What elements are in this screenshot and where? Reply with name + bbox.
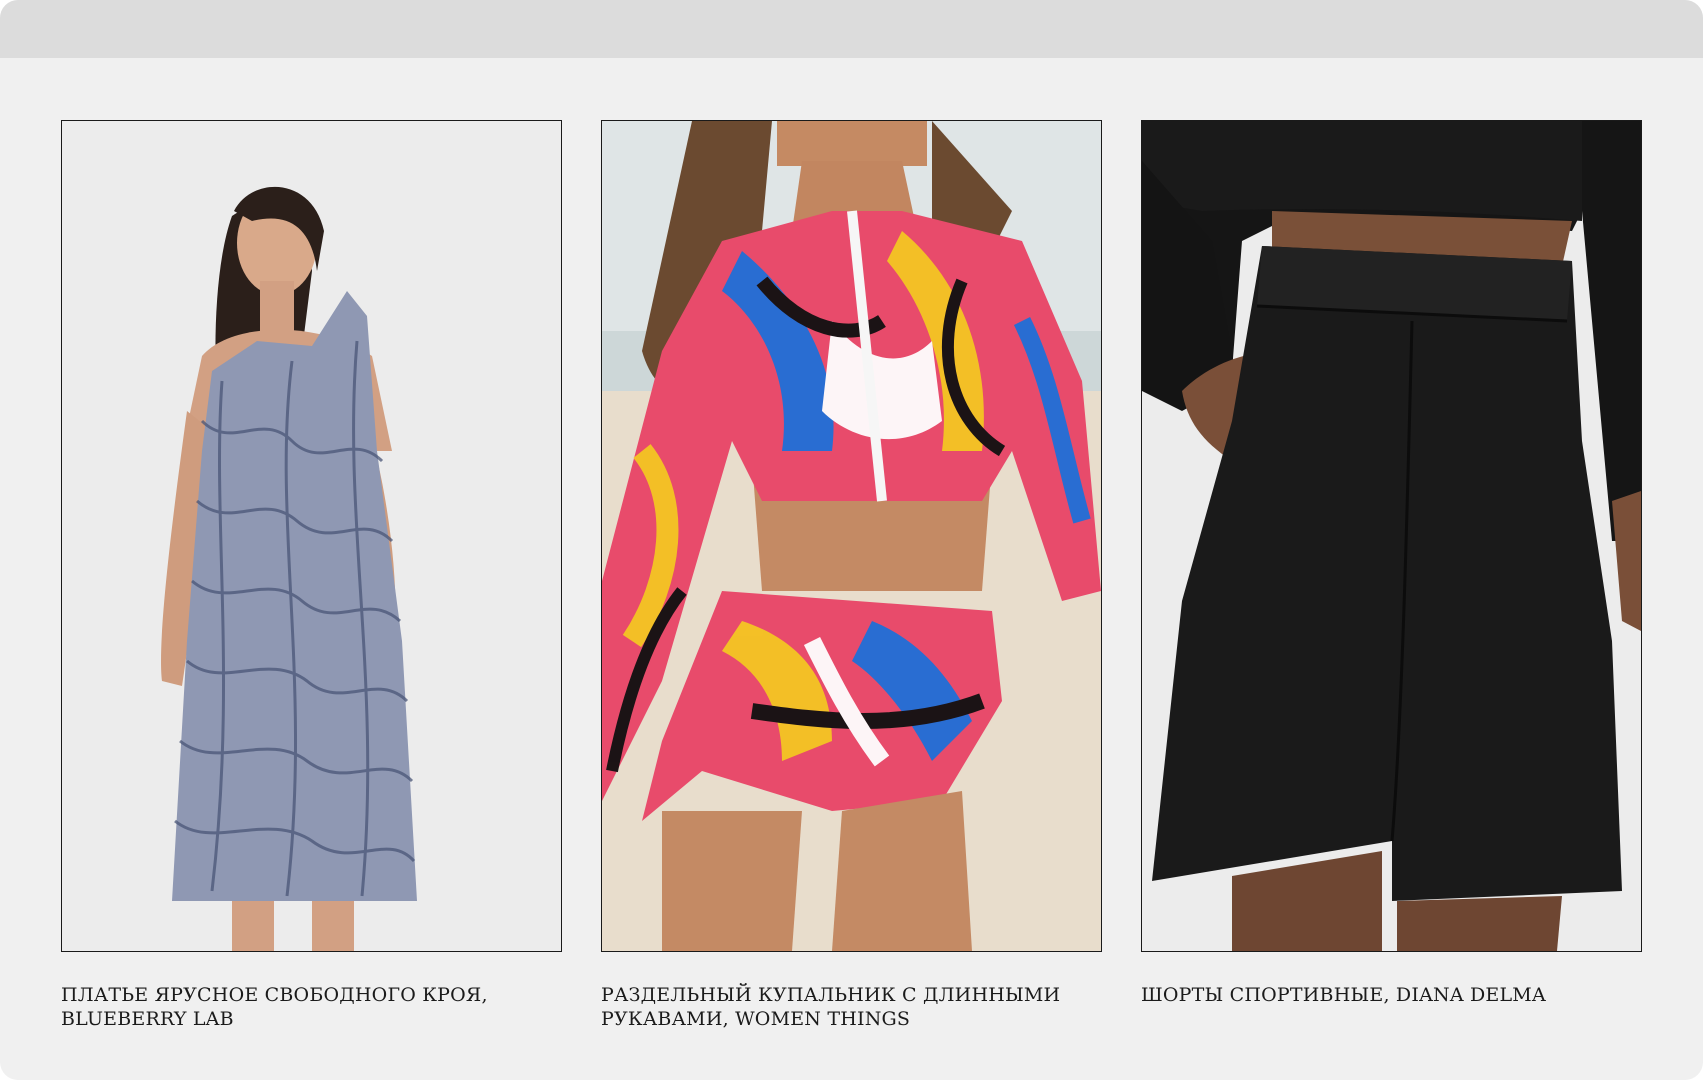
product-card-shorts[interactable]: ШОРТЫ СПОРТИВНЫЕ, DIANA DELMA (1141, 120, 1642, 1007)
page-window: ПЛАТЬЕ ЯРУСНОЕ СВОБОДНОГО КРОЯ, BLUEBERR… (0, 0, 1703, 1080)
product-caption-shorts[interactable]: ШОРТЫ СПОРТИВНЫЕ, DIANA DELMA (1141, 983, 1641, 1007)
product-photo-swimsuit[interactable] (601, 120, 1102, 952)
product-card-swimsuit[interactable]: РАЗДЕЛЬНЫЙ КУПАЛЬНИК С ДЛИННЫМИ РУКАВАМИ… (601, 120, 1102, 1031)
product-card-dress[interactable]: ПЛАТЬЕ ЯРУСНОЕ СВОБОДНОГО КРОЯ, BLUEBERR… (61, 120, 562, 1031)
top-bar (0, 0, 1703, 58)
product-photo-shorts[interactable] (1141, 120, 1642, 952)
product-photo-dress[interactable] (61, 120, 562, 952)
product-caption-swimsuit[interactable]: РАЗДЕЛЬНЫЙ КУПАЛЬНИК С ДЛИННЫМИ РУКАВАМИ… (601, 983, 1101, 1031)
product-caption-dress[interactable]: ПЛАТЬЕ ЯРУСНОЕ СВОБОДНОГО КРОЯ, BLUEBERR… (61, 983, 561, 1031)
